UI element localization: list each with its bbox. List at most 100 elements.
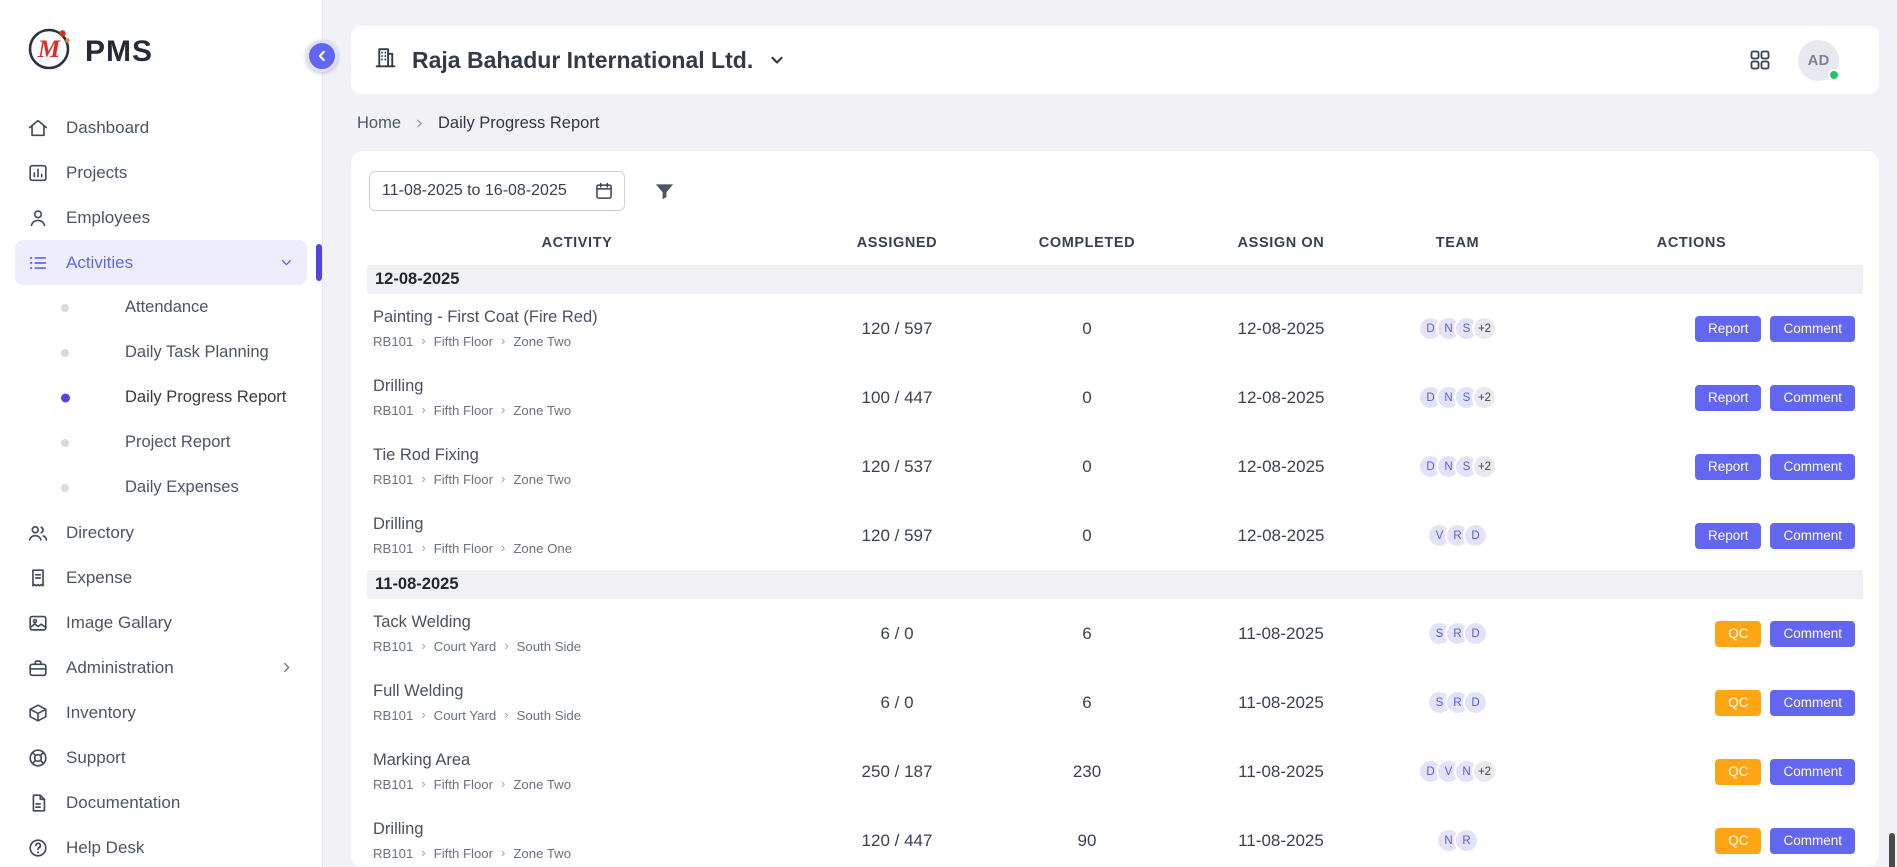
- completed-value: 0: [1007, 526, 1167, 546]
- activity-name: Drilling: [373, 515, 787, 534]
- path-segment: Fifth Floor: [434, 777, 493, 792]
- sidebar-item-label: Projects: [66, 163, 127, 183]
- sidebar-subitem-daily-expenses[interactable]: Daily Expenses: [15, 465, 307, 510]
- sidebar-item-documentation[interactable]: Documentation: [15, 780, 307, 825]
- sidebar-item-expense[interactable]: Expense: [15, 555, 307, 600]
- main-content: Raja Bahadur International Ltd. AD Home: [323, 0, 1897, 867]
- column-header-completed: COMPLETED: [1007, 235, 1167, 251]
- date-range-input[interactable]: 11-08-2025 to 16-08-2025: [369, 171, 625, 211]
- path-segment: Court Yard: [434, 639, 497, 654]
- path-segment: RB101: [373, 472, 413, 487]
- comment-button[interactable]: Comment: [1770, 454, 1855, 480]
- report-button[interactable]: Report: [1695, 454, 1762, 480]
- path-segment: Zone Two: [513, 403, 571, 418]
- chevron-right-icon: ›: [501, 541, 505, 554]
- report-button[interactable]: Report: [1695, 385, 1762, 411]
- qc-button[interactable]: QC: [1715, 759, 1761, 785]
- completed-value: 230: [1007, 762, 1167, 782]
- activity-path: RB101›Fifth Floor›Zone One: [373, 541, 787, 556]
- sidebar-item-activities[interactable]: Activities: [15, 240, 307, 285]
- activity-table: ACTIVITYASSIGNEDCOMPLETEDASSIGN ONTEAMAC…: [367, 221, 1863, 867]
- directory-icon: [27, 522, 49, 544]
- comment-button[interactable]: Comment: [1770, 385, 1855, 411]
- comment-button[interactable]: Comment: [1770, 690, 1855, 716]
- sidebar-subitem-daily-task-planning[interactable]: Daily Task Planning: [15, 330, 307, 375]
- sidebar-item-administration[interactable]: Administration: [15, 645, 307, 690]
- sidebar-item-projects[interactable]: Projects: [15, 150, 307, 195]
- path-segment: Zone Two: [513, 472, 571, 487]
- assign-on-value: 11-08-2025: [1167, 693, 1395, 713]
- activity-cell: DrillingRB101›Fifth Floor›Zone Two: [367, 377, 787, 418]
- table-row: Painting - First Coat (Fire Red)RB101›Fi…: [367, 294, 1863, 363]
- qc-button[interactable]: QC: [1715, 690, 1761, 716]
- sidebar-subitem-label: Project Report: [125, 433, 230, 452]
- apps-grid-button[interactable]: [1748, 48, 1772, 72]
- table-row: Marking AreaRB101›Fifth Floor›Zone Two25…: [367, 737, 1863, 806]
- team-extra-count: +2: [1472, 454, 1497, 479]
- sidebar-item-directory[interactable]: Directory: [15, 510, 307, 555]
- comment-button[interactable]: Comment: [1770, 828, 1855, 854]
- assign-on-value: 12-08-2025: [1167, 526, 1395, 546]
- assign-on-value: 12-08-2025: [1167, 388, 1395, 408]
- sidebar-item-employees[interactable]: Employees: [15, 195, 307, 240]
- chevron-right-icon: ›: [421, 846, 425, 859]
- sidebar-subitem-daily-progress-report[interactable]: Daily Progress Report: [15, 375, 307, 420]
- column-header-activity: ACTIVITY: [367, 235, 787, 251]
- report-button[interactable]: Report: [1695, 316, 1762, 342]
- path-segment: Zone Two: [513, 777, 571, 792]
- assigned-value: 6 / 0: [787, 624, 1007, 644]
- comment-button[interactable]: Comment: [1770, 759, 1855, 785]
- assigned-value: 120 / 597: [787, 526, 1007, 546]
- user-avatar[interactable]: AD: [1798, 40, 1839, 81]
- path-segment: Fifth Floor: [434, 846, 493, 861]
- chevron-right-icon: ›: [501, 472, 505, 485]
- breadcrumb-home[interactable]: Home: [357, 114, 401, 133]
- path-segment: RB101: [373, 777, 413, 792]
- path-segment: Zone Two: [513, 846, 571, 861]
- team-avatars: DVN+2: [1395, 759, 1520, 784]
- app-root: M PMS Dashboard Projects Employees Activiti…: [0, 0, 1897, 867]
- qc-button[interactable]: QC: [1715, 828, 1761, 854]
- comment-button[interactable]: Comment: [1770, 621, 1855, 647]
- sidebar-item-label: Dashboard: [66, 118, 149, 138]
- report-button[interactable]: Report: [1695, 523, 1762, 549]
- assign-on-value: 11-08-2025: [1167, 762, 1395, 782]
- chevron-right-icon: ›: [501, 403, 505, 416]
- table-row: Full WeldingRB101›Court Yard›South Side6…: [367, 668, 1863, 737]
- activity-cell: Tack WeldingRB101›Court Yard›South Side: [367, 613, 787, 654]
- comment-button[interactable]: Comment: [1770, 316, 1855, 342]
- sidebar-item-dashboard[interactable]: Dashboard: [15, 105, 307, 150]
- path-segment: South Side: [517, 708, 582, 723]
- topbar-actions: AD: [1748, 40, 1839, 81]
- logo[interactable]: M PMS: [0, 0, 322, 99]
- funnel-icon: [653, 180, 676, 203]
- group-date-header: 11-08-2025: [367, 570, 1863, 599]
- group-date-header: 12-08-2025: [367, 265, 1863, 294]
- chevron-right-icon: ›: [501, 846, 505, 859]
- qc-button[interactable]: QC: [1715, 621, 1761, 647]
- chevron-right-icon: ›: [504, 639, 508, 652]
- activity-name: Full Welding: [373, 682, 787, 701]
- sidebar-collapse-button[interactable]: [306, 40, 338, 72]
- logo-icon: M: [26, 26, 72, 77]
- activity-path: RB101›Fifth Floor›Zone Two: [373, 846, 787, 861]
- sidebar-item-help-desk[interactable]: Help Desk: [15, 825, 307, 867]
- table-row: Tack WeldingRB101›Court Yard›South Side6…: [367, 599, 1863, 668]
- sidebar-item-support[interactable]: Support: [15, 735, 307, 780]
- activity-path: RB101›Court Yard›South Side: [373, 639, 787, 654]
- sidebar-item-label: Activities: [66, 253, 133, 273]
- column-header-team: TEAM: [1395, 235, 1520, 251]
- path-segment: RB101: [373, 541, 413, 556]
- filter-button[interactable]: [653, 180, 676, 203]
- sidebar: M PMS Dashboard Projects Employees Activiti…: [0, 0, 323, 867]
- sidebar-subitem-project-report[interactable]: Project Report: [15, 420, 307, 465]
- company-selector[interactable]: Raja Bahadur International Ltd.: [373, 45, 787, 75]
- sidebar-subitem-attendance[interactable]: Attendance: [15, 285, 307, 330]
- activity-path: RB101›Fifth Floor›Zone Two: [373, 472, 787, 487]
- assign-on-value: 12-08-2025: [1167, 319, 1395, 339]
- sidebar-item-image-gallary[interactable]: Image Gallary: [15, 600, 307, 645]
- scrollbar-thumb[interactable]: [1889, 833, 1895, 867]
- sidebar-item-inventory[interactable]: Inventory: [15, 690, 307, 735]
- online-status-dot: [1828, 69, 1840, 81]
- comment-button[interactable]: Comment: [1770, 523, 1855, 549]
